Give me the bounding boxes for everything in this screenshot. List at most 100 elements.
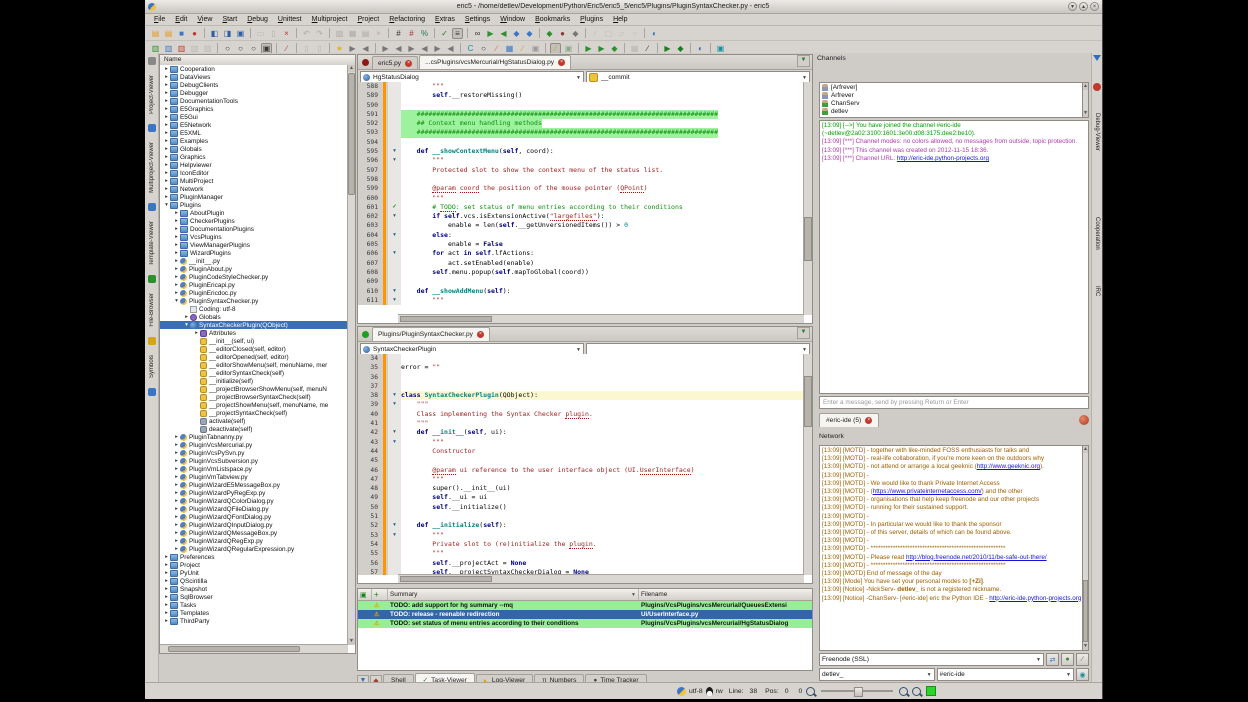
close-tab-icon[interactable]: × (405, 60, 412, 67)
tree-item[interactable]: Coding: utf-8 (160, 305, 348, 313)
message-link[interactable]: http://blog.freenode.net/2010/11/be-safe… (906, 554, 1047, 561)
profile-project-icon[interactable]: ◆ (675, 43, 686, 54)
prev-warning-icon[interactable]: ◀ (445, 43, 456, 54)
join-channel-select[interactable]: #eric-ide▼ (937, 668, 1074, 681)
search-prev-icon[interactable]: ◀ (498, 28, 509, 39)
tree-item[interactable]: ▸Attributes (160, 329, 348, 337)
tree-item[interactable]: ▸PluginEricdoc.py (160, 289, 348, 297)
tree-item[interactable]: ▾Plugins (160, 201, 348, 209)
next-task-icon[interactable]: ▶ (406, 43, 417, 54)
expander-icon[interactable]: ▸ (163, 569, 170, 577)
tree-item[interactable]: ▸IconEditor (160, 169, 348, 177)
zoom-reset-icon[interactable] (912, 687, 921, 696)
expander-icon[interactable]: ▸ (163, 585, 170, 593)
reload-icon[interactable]: C (465, 43, 476, 54)
smiley-icon[interactable] (1079, 415, 1089, 425)
bookmark-next-icon[interactable]: ▶ (347, 43, 358, 54)
tree-item[interactable]: __projectShowMenu(self, menuName, me (160, 401, 348, 409)
message-link[interactable]: http://www.geeknic.org (977, 463, 1040, 470)
close-tab-icon[interactable]: × (558, 59, 565, 66)
scrollbar-thumb[interactable] (1083, 580, 1088, 642)
user-list-item[interactable]: Arfrever (820, 91, 1088, 99)
tree-item[interactable]: ▸PluginManager (160, 193, 348, 201)
expander-icon[interactable]: ▸ (163, 153, 170, 161)
tree-item[interactable]: ▸PluginCodeStyleChecker.py (160, 273, 348, 281)
expander-icon[interactable]: ▸ (173, 225, 180, 233)
goto-brace-icon[interactable]: ◆ (524, 28, 535, 39)
message-link[interactable]: https://www.privateinternetaccess.com/ (873, 488, 982, 495)
task-list-icon[interactable]: ▦ (504, 43, 515, 54)
tree-item[interactable]: ▸Examples (160, 137, 348, 145)
expander-icon[interactable]: ▸ (173, 465, 180, 473)
menu-project[interactable]: Project (352, 16, 384, 23)
scrollbar-thumb[interactable] (804, 217, 812, 261)
message-input[interactable]: Enter a message, send by pressing Return… (819, 396, 1089, 409)
expander-icon[interactable]: ▸ (163, 65, 170, 73)
editor-horizontal-scrollbar[interactable] (398, 314, 804, 323)
prev-change-icon[interactable]: ◀ (393, 43, 404, 54)
tree-item[interactable]: __init__(self, ui) (160, 337, 348, 345)
fold-icon[interactable]: ▾ (388, 249, 401, 258)
scrollbar-thumb[interactable] (804, 376, 812, 427)
tree-item[interactable]: ▸PluginWizardQColorDialog.py (160, 497, 348, 505)
tree-item[interactable]: ▸QScintilla (160, 577, 348, 585)
tree-item[interactable]: ▸PluginWizardQMessageBox.py (160, 529, 348, 537)
tree-item[interactable]: ▸PluginVcsSubversion.py (160, 457, 348, 465)
menu-window[interactable]: Window (495, 16, 530, 23)
run-project-icon[interactable]: ▶ (662, 43, 673, 54)
sidebar-tab-multiproject-viewer[interactable]: Multiproject-Viewer (149, 142, 155, 193)
menu-view[interactable]: View (192, 16, 217, 23)
save-icon[interactable]: ◧ (209, 28, 220, 39)
sidebar-tab-icon[interactable] (148, 388, 156, 396)
tree-item[interactable]: ▸PluginWizardQFileDialog.py (160, 505, 348, 513)
next-warning-icon[interactable]: ▶ (432, 43, 443, 54)
scroll-down-icon[interactable]: ▼ (1083, 110, 1088, 117)
expander-icon[interactable]: ▸ (163, 105, 170, 113)
fold-icon[interactable]: ▾ (388, 391, 401, 400)
menu-unittest[interactable]: Unittest (273, 16, 307, 23)
user-list-item[interactable]: [Arfrever] (820, 83, 1088, 91)
diagonal-icon[interactable]: ∕ (642, 43, 653, 54)
sidebar-tab-symbols[interactable]: Symbols (149, 355, 155, 378)
bookmark-toggle-icon[interactable]: ★ (334, 43, 345, 54)
tree-item[interactable]: ▸DataViews (160, 73, 348, 81)
tree-item[interactable]: ▸PyUnit (160, 569, 348, 577)
dock-handle-icon[interactable] (148, 57, 156, 65)
sidebar-tab-icon[interactable] (148, 124, 156, 132)
bookmark-prev-icon[interactable]: ◀ (360, 43, 371, 54)
fold-icon[interactable]: ▾ (388, 147, 401, 156)
title-bar[interactable]: eric5 - /home/detlev/Development/Python/… (145, 0, 1102, 14)
capture-icon[interactable]: ▣ (715, 43, 726, 54)
maximize-button[interactable]: ▴ (1079, 2, 1088, 11)
globe-icon[interactable]: ◐ (695, 43, 706, 54)
encoding-indicator[interactable]: utf-8 (689, 688, 703, 695)
notes-icon[interactable]: ∕ (517, 43, 528, 54)
tree-item[interactable]: __editorClosed(self, editor) (160, 345, 348, 353)
fold-icon[interactable]: ▾ (388, 531, 401, 540)
zoom-out-icon[interactable]: ○ (235, 43, 246, 54)
expander-icon[interactable]: ▾ (173, 297, 180, 305)
sidebar-tab-debug-viewer[interactable]: Debug-Viewer (1094, 113, 1100, 151)
tree-item[interactable]: __projectSyntaxCheck(self) (160, 409, 348, 417)
tree-item[interactable]: ▸ViewManagerPlugins (160, 241, 348, 249)
menu-settings[interactable]: Settings (460, 16, 495, 23)
tab-list-button[interactable]: ▼ (797, 55, 810, 67)
tree-item[interactable]: ▾SyntaxCheckerPlugin(QObject) (160, 321, 348, 329)
expander-icon[interactable]: ▸ (173, 497, 180, 505)
tree-item[interactable]: ▸CheckerPlugins (160, 217, 348, 225)
tree-item[interactable]: ▸DocumentationTools (160, 97, 348, 105)
expander-icon[interactable]: ▸ (163, 169, 170, 177)
vcs-revert-icon[interactable]: ▥ (176, 43, 187, 54)
record-icon[interactable] (1093, 83, 1101, 91)
menu-file[interactable]: File (149, 16, 170, 23)
tree-item[interactable]: ▸PluginWizardPyRegExp.py (160, 489, 348, 497)
expander-icon[interactable]: ▸ (173, 521, 180, 529)
expander-icon[interactable]: ▸ (173, 457, 180, 465)
tree-item[interactable]: ▸PluginWizardE5MessageBox.py (160, 481, 348, 489)
expander-icon[interactable]: ▸ (163, 177, 170, 185)
fold-icon[interactable]: ▾ (388, 400, 401, 409)
sidebar-tab-project-viewer[interactable]: Project-Viewer (149, 75, 155, 114)
code-area[interactable]: 588 """589 self.__restoreMissing()590591… (358, 82, 812, 323)
expander-icon[interactable]: ▸ (173, 545, 180, 553)
tree-item[interactable]: ▸Globals (160, 145, 348, 153)
